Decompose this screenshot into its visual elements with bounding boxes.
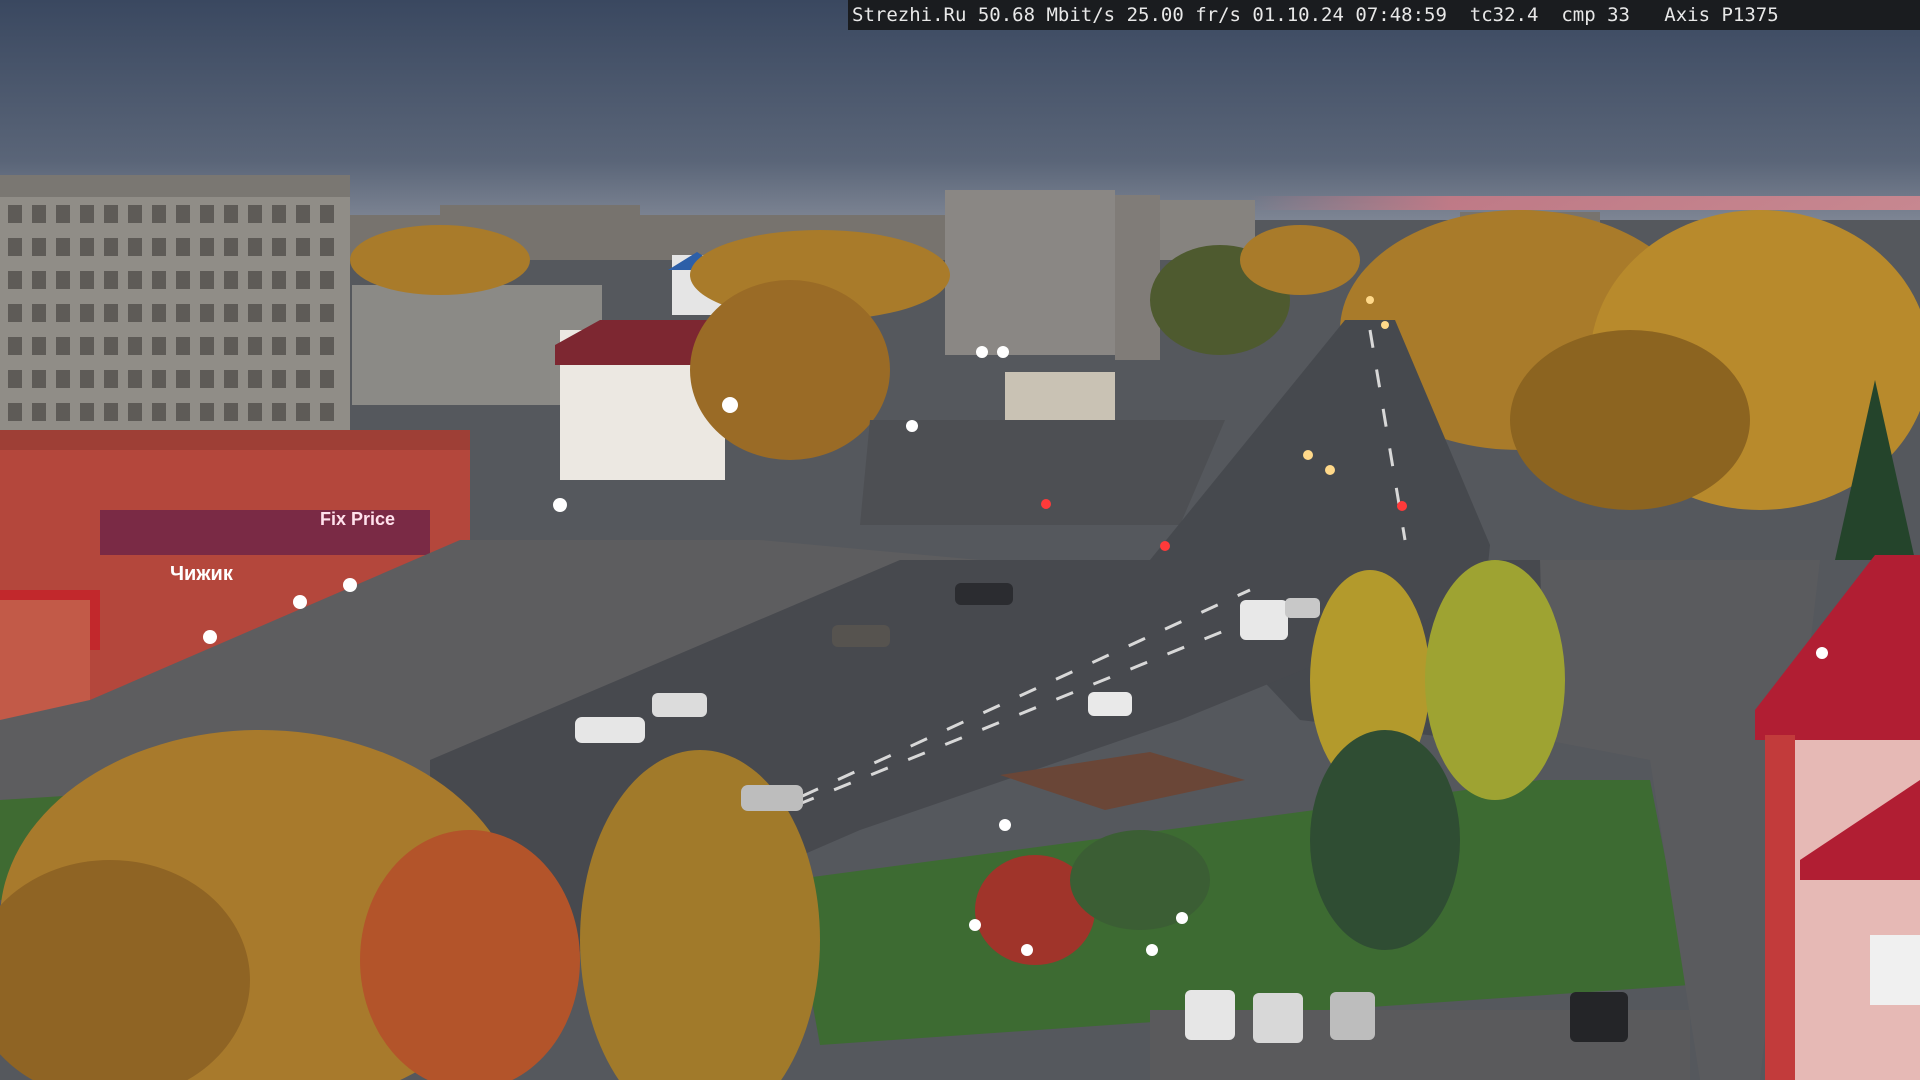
store-sign: Чижик — [170, 563, 234, 585]
sign-layer: Чижик Fix Price — [170, 509, 395, 585]
shop-sign-2: Fix Price — [320, 509, 395, 529]
webcam-frame: Strezhi.Ru 50.68 Mbit/s 25.00 fr/s 01.10… — [0, 0, 1920, 1080]
